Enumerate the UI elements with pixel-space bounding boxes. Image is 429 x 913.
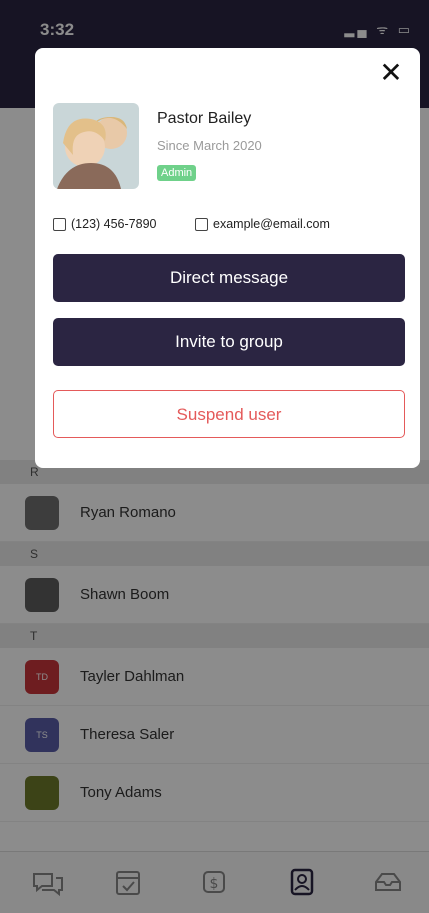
status-badge: Admin [157,165,197,181]
invite-to-group-button[interactable]: Invite to group [53,318,405,366]
direct-message-button[interactable]: Direct message [53,254,405,302]
phone-number: (123) 456-7890 [71,217,157,231]
profile-photo-image [53,103,139,189]
email-icon [195,217,208,231]
member-since: Since March 2020 [157,138,262,153]
close-button[interactable]: ✕ [376,58,406,88]
profile-photo [53,103,139,189]
email-address: example@email.com [213,217,330,231]
phone-contact[interactable]: (123) 456-7890 [53,217,156,231]
profile-name: Pastor Bailey [157,110,252,127]
email-contact[interactable]: example@email.com [195,217,330,231]
user-profile-modal: ✕ Pastor Bailey Since March 2020 Admin (… [35,48,420,468]
suspend-user-button[interactable]: Suspend user [53,390,405,438]
phone-icon [53,217,66,231]
